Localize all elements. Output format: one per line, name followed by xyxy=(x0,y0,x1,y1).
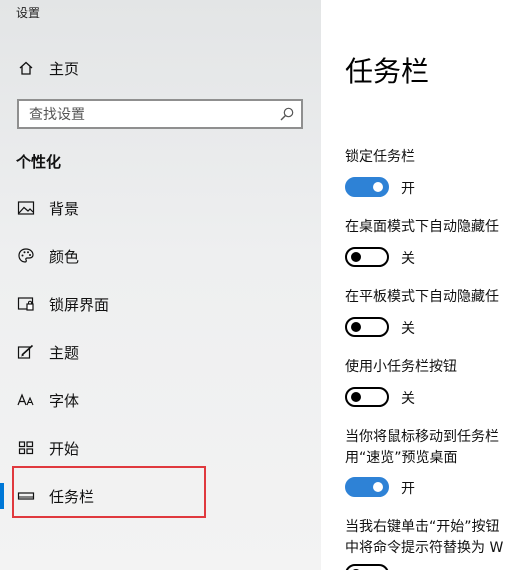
font-icon xyxy=(17,391,35,409)
sidebar-item-themes[interactable]: 主题 xyxy=(0,332,321,372)
sidebar-item-label: 颜色 xyxy=(49,247,80,266)
sidebar-item-label: 字体 xyxy=(49,391,80,410)
toggle-knob xyxy=(351,392,361,402)
theme-brush-icon xyxy=(17,343,35,361)
sidebar-item-label: 任务栏 xyxy=(49,487,95,506)
lock-taskbar-toggle[interactable] xyxy=(345,177,389,197)
sidebar: 设置 主页 个性化 背景 颜色 锁屏界面 主题 xyxy=(0,0,321,570)
sidebar-item-lock-screen[interactable]: 锁屏界面 xyxy=(0,284,321,324)
section-heading: 个性化 xyxy=(16,153,62,171)
sidebar-item-home[interactable]: 主页 xyxy=(0,48,321,88)
setting-powershell-label-line2: 中将命令提示符替换为 W xyxy=(345,540,504,556)
sidebar-item-home-label: 主页 xyxy=(49,59,80,78)
setting-peek-label-line1: 当你将鼠标移动到任务栏 xyxy=(345,429,499,445)
search-icon[interactable] xyxy=(279,106,295,122)
sidebar-item-label: 开始 xyxy=(49,439,80,458)
sidebar-item-taskbar[interactable]: 任务栏 xyxy=(0,476,321,516)
window-title: 设置 xyxy=(16,6,41,20)
main-panel: 任务栏 锁定任务栏 开 在桌面模式下自动隐藏任 关 在平板模式下自动隐藏任 关 … xyxy=(321,0,505,570)
small-buttons-toggle[interactable] xyxy=(345,387,389,407)
taskbar-icon xyxy=(17,487,35,505)
toggle-knob xyxy=(351,252,361,262)
toggle-state-label: 关 xyxy=(401,391,415,407)
sidebar-item-fonts[interactable]: 字体 xyxy=(0,380,321,420)
sidebar-item-label: 主题 xyxy=(49,343,80,362)
sidebar-item-start[interactable]: 开始 xyxy=(0,428,321,468)
toggle-state-label: 关 xyxy=(401,251,415,267)
autohide-tablet-toggle[interactable] xyxy=(345,317,389,337)
lock-screen-icon xyxy=(17,295,35,313)
autohide-desktop-toggle[interactable] xyxy=(345,247,389,267)
sidebar-item-label: 锁屏界面 xyxy=(49,295,110,314)
setting-autohide-desktop-label: 在桌面模式下自动隐藏任 xyxy=(345,219,499,235)
peek-toggle[interactable] xyxy=(345,477,389,497)
search-input[interactable] xyxy=(27,104,271,126)
home-icon xyxy=(17,59,35,77)
sidebar-item-colors[interactable]: 颜色 xyxy=(0,236,321,276)
setting-powershell-label-line1: 当我右键单击“开始”按钮 xyxy=(345,519,500,535)
setting-lock-taskbar-label: 锁定任务栏 xyxy=(345,149,415,165)
toggle-state-label: 关 xyxy=(401,321,415,337)
image-icon xyxy=(17,199,35,217)
toggle-knob xyxy=(373,482,383,492)
setting-peek-label-line2: 用“速览”预览桌面 xyxy=(345,450,458,466)
powershell-toggle[interactable] xyxy=(345,564,389,570)
toggle-state-label: 开 xyxy=(401,181,415,197)
page-title: 任务栏 xyxy=(345,55,430,88)
search-box[interactable] xyxy=(17,99,303,129)
sidebar-item-background[interactable]: 背景 xyxy=(0,188,321,228)
toggle-knob xyxy=(373,182,383,192)
setting-autohide-tablet-label: 在平板模式下自动隐藏任 xyxy=(345,289,499,305)
palette-icon xyxy=(17,247,35,265)
sidebar-item-label: 背景 xyxy=(49,199,80,218)
toggle-knob xyxy=(351,322,361,332)
start-grid-icon xyxy=(17,439,35,457)
setting-small-buttons-label: 使用小任务栏按钮 xyxy=(345,359,457,375)
toggle-state-label: 开 xyxy=(401,481,415,497)
